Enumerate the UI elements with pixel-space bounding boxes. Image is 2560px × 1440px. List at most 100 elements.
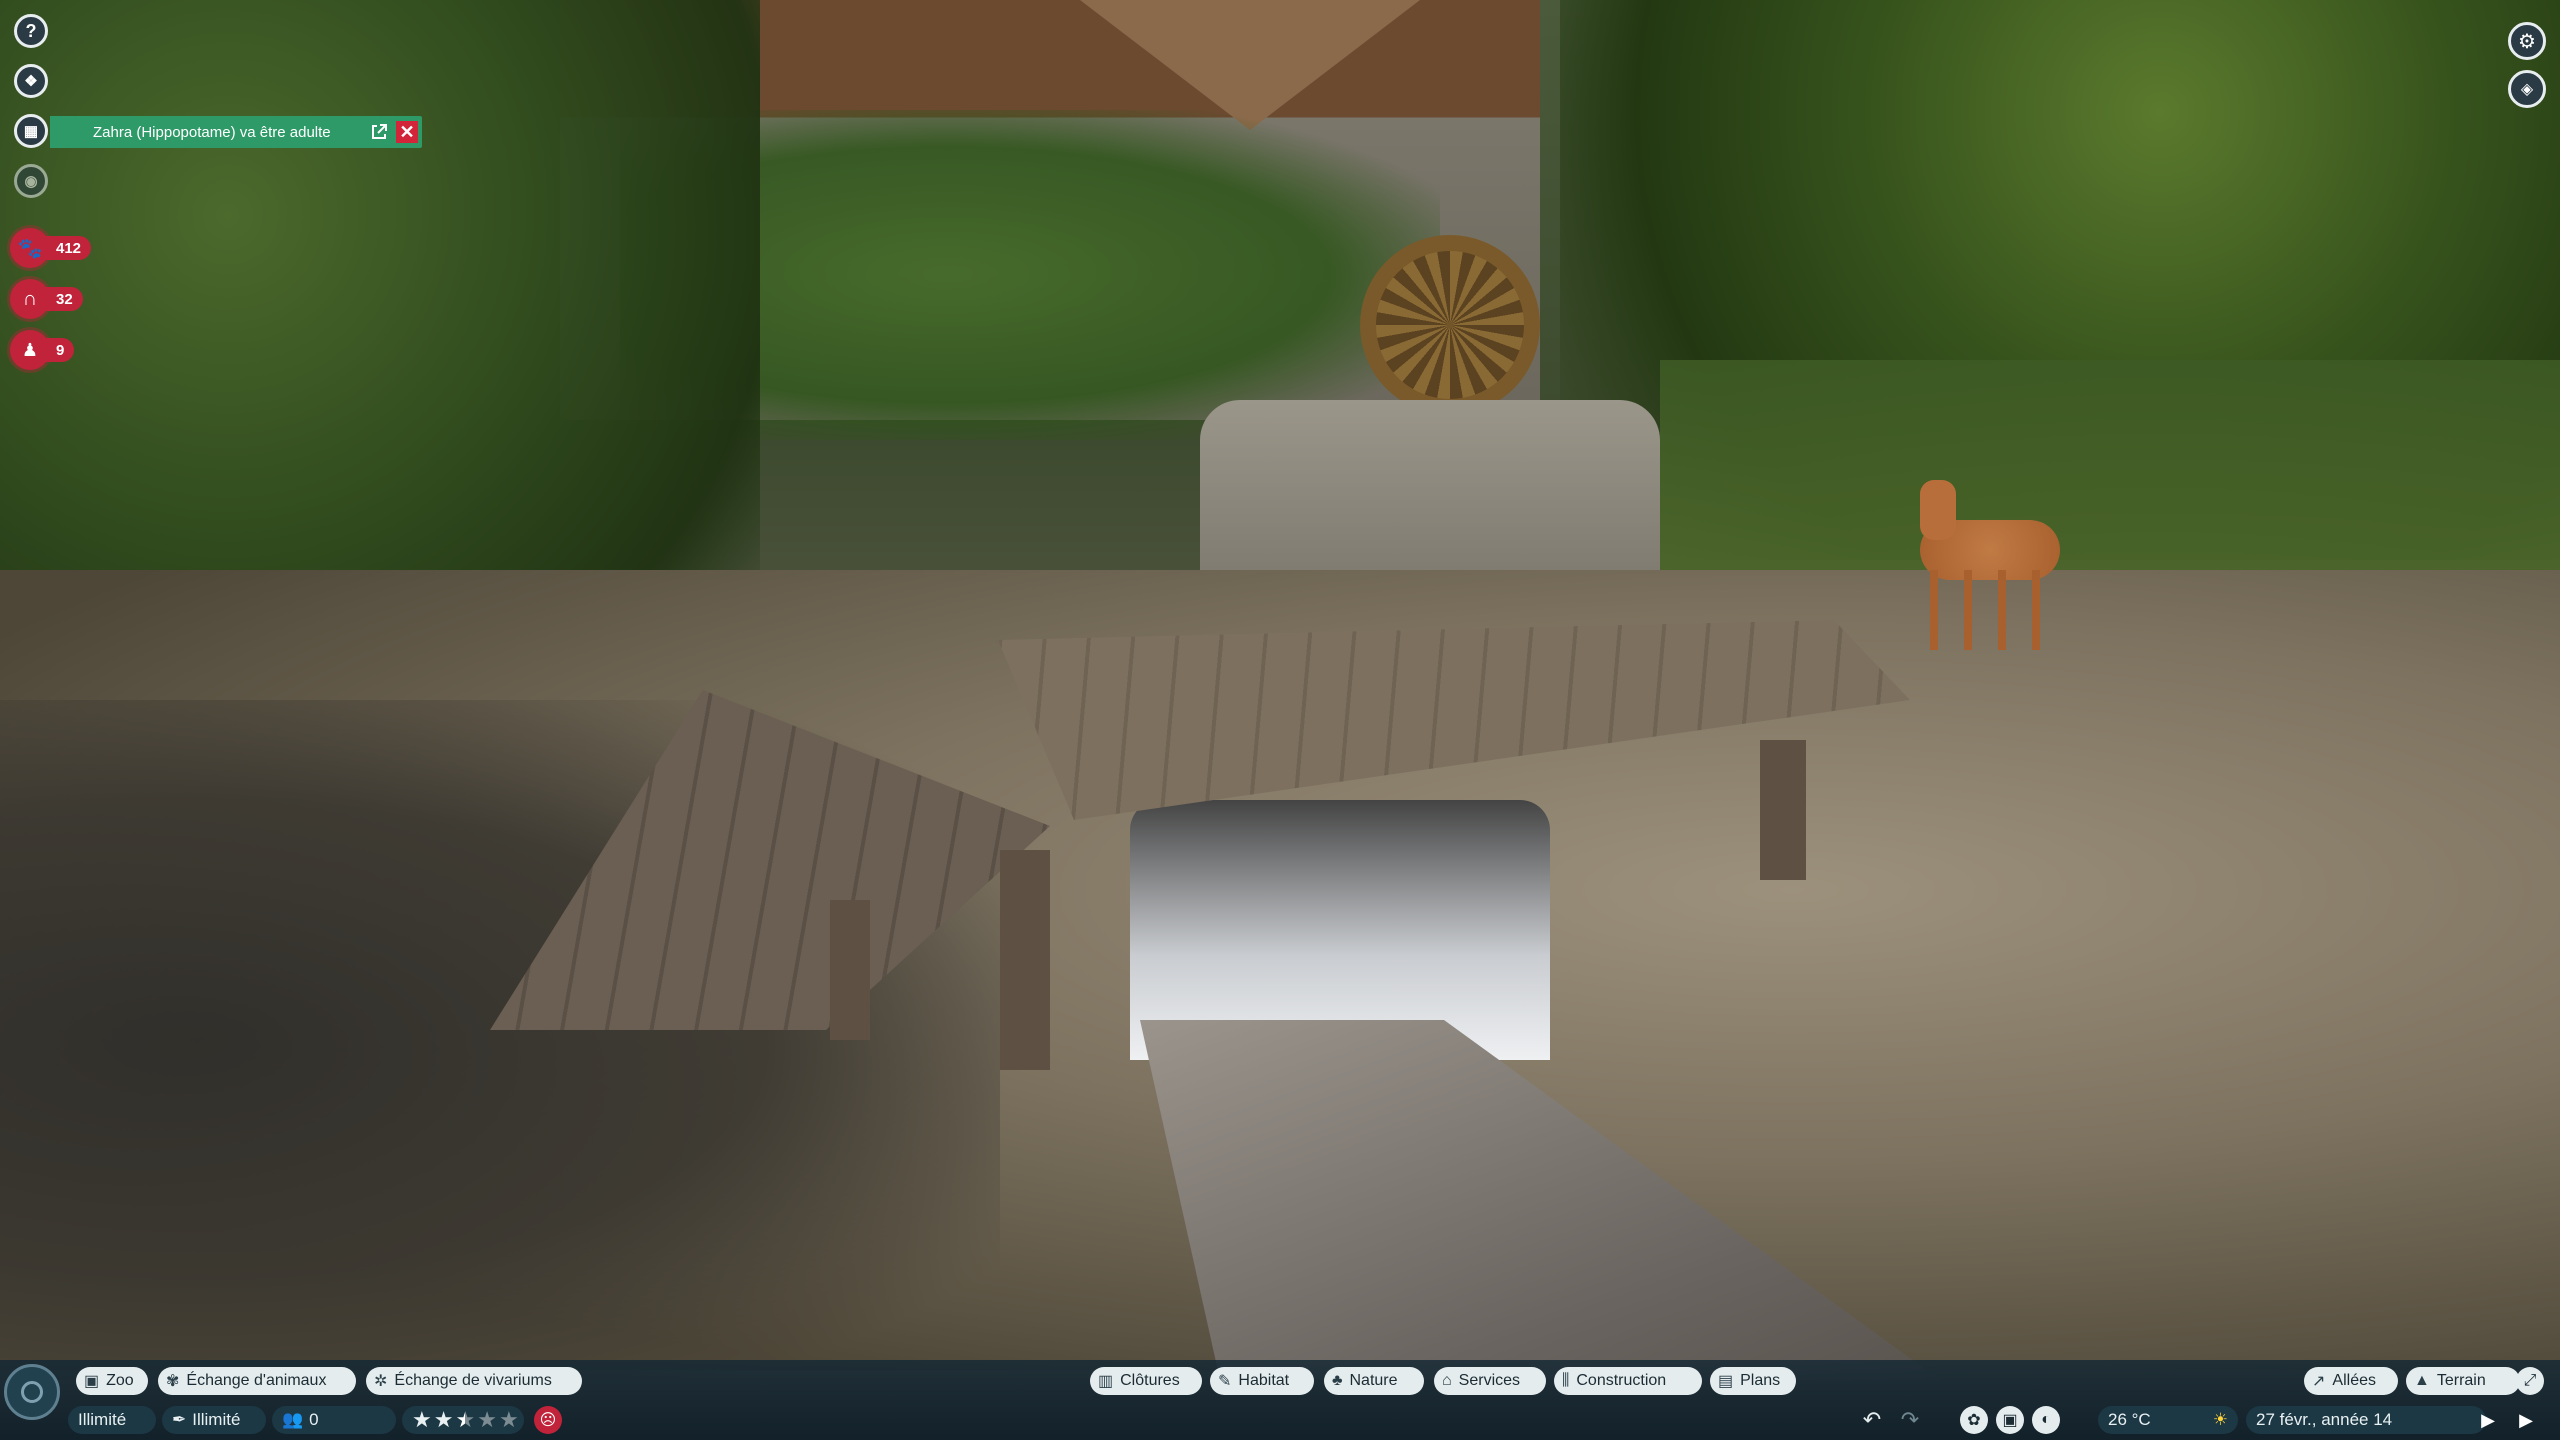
tab-exhibit-trading-label: Échange de vivariums	[394, 1372, 552, 1389]
fast-forward-button[interactable]: ▶	[2512, 1406, 2540, 1434]
facility-icon: ∩	[22, 287, 38, 310]
tab-nature[interactable]: ♣ Nature	[1324, 1367, 1424, 1395]
tab-exhibit-trading[interactable]: ✲ Échange de vivariums	[366, 1367, 582, 1395]
calendar-icon: ▦	[23, 123, 39, 140]
tab-nature-label: Nature	[1349, 1372, 1398, 1389]
money-display[interactable]: Illimité	[68, 1406, 156, 1434]
help-button[interactable]: ?	[14, 14, 48, 48]
bug-icon: ✲	[374, 1373, 388, 1390]
services-icon: ⌂	[1442, 1372, 1452, 1389]
play-button[interactable]: ▶	[2474, 1406, 2502, 1434]
tab-zoo[interactable]: ▣ Zoo	[76, 1367, 148, 1395]
tab-blueprints[interactable]: ▤ Plans	[1710, 1367, 1796, 1395]
person-icon: ♟	[21, 339, 39, 360]
bridge-leg	[1000, 850, 1050, 1070]
tab-animal-trading[interactable]: ✾ Échange d'animaux	[158, 1367, 356, 1395]
tab-paths[interactable]: ↗ Allées	[2304, 1367, 2398, 1395]
zoo-rating[interactable]: ★ ★ ★ ★ ★	[402, 1406, 524, 1434]
blueprint-icon: ▤	[1718, 1373, 1734, 1390]
gear-icon: ⚙	[2518, 30, 2536, 53]
eye-icon: ◉	[24, 173, 38, 190]
money-value: Illimité	[78, 1410, 127, 1429]
camera-mode-button[interactable]: ◈	[2508, 70, 2546, 108]
quill-icon: ✒	[172, 1410, 187, 1429]
fast-forward-icon: ▶	[2519, 1409, 2533, 1430]
habitat-icon: ✎	[1218, 1373, 1232, 1390]
game-viewport[interactable]	[0, 0, 2560, 1440]
external-link-icon[interactable]	[368, 121, 390, 143]
zoo-icon: ▣	[84, 1373, 100, 1390]
unhappy-alert[interactable]: ☹	[534, 1406, 562, 1434]
expand-icon: ⤢	[2523, 1372, 2537, 1389]
redo-icon: ↷	[1900, 1407, 1920, 1432]
bridge-leg	[1760, 740, 1806, 880]
bridge-leg	[830, 900, 870, 1040]
tab-animal-trading-label: Échange d'animaux	[186, 1372, 327, 1389]
tab-fences[interactable]: ▥ Clôtures	[1090, 1367, 1202, 1395]
mountain-icon: ▲	[2414, 1372, 2430, 1389]
tab-paths-label: Allées	[2332, 1372, 2376, 1389]
expand-button[interactable]: ⤢	[2516, 1367, 2544, 1395]
animal-info-button[interactable]: ❖	[14, 64, 48, 98]
facilities-count: 32	[44, 287, 83, 311]
globe-icon: ◐	[2041, 1411, 2051, 1428]
redo-button[interactable]: ↷	[1896, 1406, 1924, 1434]
tab-construction[interactable]: ⫼ Construction	[1554, 1367, 1702, 1395]
view-button[interactable]: ◉	[14, 164, 48, 198]
weather-display[interactable]: 26 °C ☀	[2098, 1406, 2238, 1434]
rating-star: ★	[455, 1407, 476, 1432]
construction-icon: ⫼	[1562, 1372, 1570, 1389]
sun-icon: ☀	[2212, 1410, 2228, 1429]
camera-mode-icon: ◈	[2520, 81, 2534, 98]
deer-legs	[1930, 570, 2050, 650]
tree-icon: ♣	[1332, 1372, 1343, 1389]
date-display[interactable]: 27 févr., année 14	[2246, 1406, 2486, 1434]
temperature-value: 26 °C	[2108, 1410, 2151, 1429]
tab-zoo-label: Zoo	[106, 1372, 134, 1389]
rating-star: ★	[412, 1407, 432, 1432]
tab-construction-label: Construction	[1576, 1372, 1667, 1389]
tab-services-label: Services	[1458, 1372, 1521, 1389]
guests-display[interactable]: 👥 0	[272, 1406, 396, 1434]
tab-habitat[interactable]: ✎ Habitat	[1210, 1367, 1314, 1395]
date-value: 27 févr., année 14	[2256, 1410, 2393, 1429]
overlay-button-1[interactable]: ✿	[1960, 1406, 1988, 1434]
undo-icon: ↶	[1862, 1407, 1882, 1432]
calendar-button[interactable]: ▦	[14, 114, 48, 148]
main-menu-hub[interactable]	[4, 1364, 60, 1420]
fence-icon: ▥	[1098, 1373, 1114, 1390]
undo-button[interactable]: ↶	[1858, 1406, 1886, 1434]
sad-face-icon: ☹	[539, 1412, 557, 1429]
screen-icon: ▣	[2002, 1412, 2018, 1429]
rating-star: ★	[498, 1407, 519, 1432]
paw-icon: 🐾	[17, 237, 43, 260]
close-icon[interactable]: ✕	[396, 121, 418, 143]
animal-info-icon: ❖	[24, 73, 38, 90]
rating-star: ★	[477, 1407, 497, 1432]
tab-services[interactable]: ⌂ Services	[1434, 1367, 1546, 1395]
paint-icon: ✿	[1967, 1412, 1981, 1429]
overlay-button-3[interactable]: ◐	[2032, 1406, 2060, 1434]
path-icon: ↗	[2312, 1373, 2326, 1390]
play-icon: ▶	[2481, 1409, 2495, 1430]
research-display[interactable]: ✒ Illimité	[162, 1406, 266, 1434]
notification-text: Zahra (Hippopotame) va être adulte	[93, 123, 331, 141]
notification-toast[interactable]: Zahra (Hippopotame) va être adulte ✕	[50, 116, 422, 148]
fallow-deer[interactable]	[1900, 470, 2080, 660]
tab-terrain-label: Terrain	[2436, 1372, 2486, 1389]
guests-icon: 👥	[282, 1410, 304, 1429]
research-value: Illimité	[192, 1410, 241, 1429]
settings-button[interactable]: ⚙	[2508, 22, 2546, 60]
rating-star: ★	[433, 1407, 454, 1432]
overlay-button-2[interactable]: ▣	[1996, 1406, 2024, 1434]
tab-terrain[interactable]: ▲ Terrain	[2406, 1367, 2520, 1395]
guests-value: 0	[309, 1410, 319, 1429]
paw-icon: ✾	[166, 1373, 180, 1390]
deer-neck	[1920, 480, 1956, 540]
question-icon: ?	[25, 20, 37, 41]
tab-blueprints-label: Plans	[1740, 1372, 1781, 1389]
water-wheel	[1360, 235, 1540, 415]
staff-count: 9	[44, 338, 75, 362]
tab-fences-label: Clôtures	[1120, 1372, 1180, 1389]
tab-habitat-label: Habitat	[1238, 1372, 1290, 1389]
